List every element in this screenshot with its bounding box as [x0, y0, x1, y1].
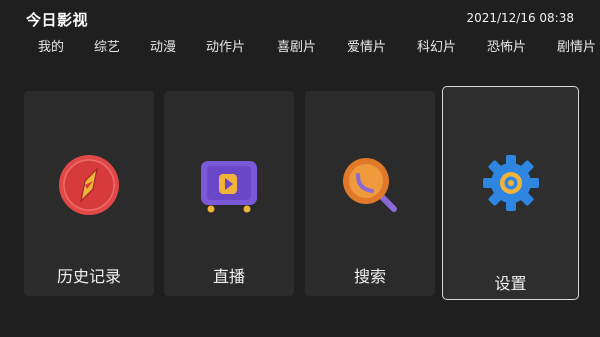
datetime: 2021/12/16 08:38 — [466, 11, 574, 25]
gear-icon — [482, 155, 539, 211]
compass-icon — [59, 155, 119, 215]
search-icon — [343, 158, 397, 212]
card-history-label: 历史记录 — [56, 267, 121, 286]
card-live[interactable]: 直播 — [164, 91, 294, 296]
card-search[interactable]: 搜索 — [305, 91, 435, 296]
nav-item-scifi[interactable]: 科幻片 — [417, 38, 456, 58]
nav-item-romance[interactable]: 爱情片 — [347, 38, 386, 58]
category-nav: 我的 综艺 动漫 动作片 喜剧片 爱情片 科幻片 恐怖片 剧情片 — [0, 38, 600, 58]
app-title: 今日影视 — [26, 11, 89, 29]
nav-item-mine[interactable]: 我的 — [38, 38, 64, 58]
nav-item-variety[interactable]: 综艺 — [94, 38, 120, 58]
nav-item-anime[interactable]: 动漫 — [150, 38, 176, 58]
card-search-label: 搜索 — [353, 267, 386, 286]
nav-item-comedy[interactable]: 喜剧片 — [277, 38, 316, 58]
nav-item-drama[interactable]: 剧情片 — [557, 38, 596, 58]
card-settings[interactable]: 设置 — [442, 86, 579, 300]
card-live-label: 直播 — [212, 267, 245, 286]
card-history[interactable]: 历史记录 — [24, 91, 154, 296]
nav-item-action[interactable]: 动作片 — [206, 38, 245, 58]
nav-item-horror[interactable]: 恐怖片 — [487, 38, 526, 58]
tv-play-icon — [201, 161, 257, 213]
card-settings-label: 设置 — [494, 274, 527, 293]
